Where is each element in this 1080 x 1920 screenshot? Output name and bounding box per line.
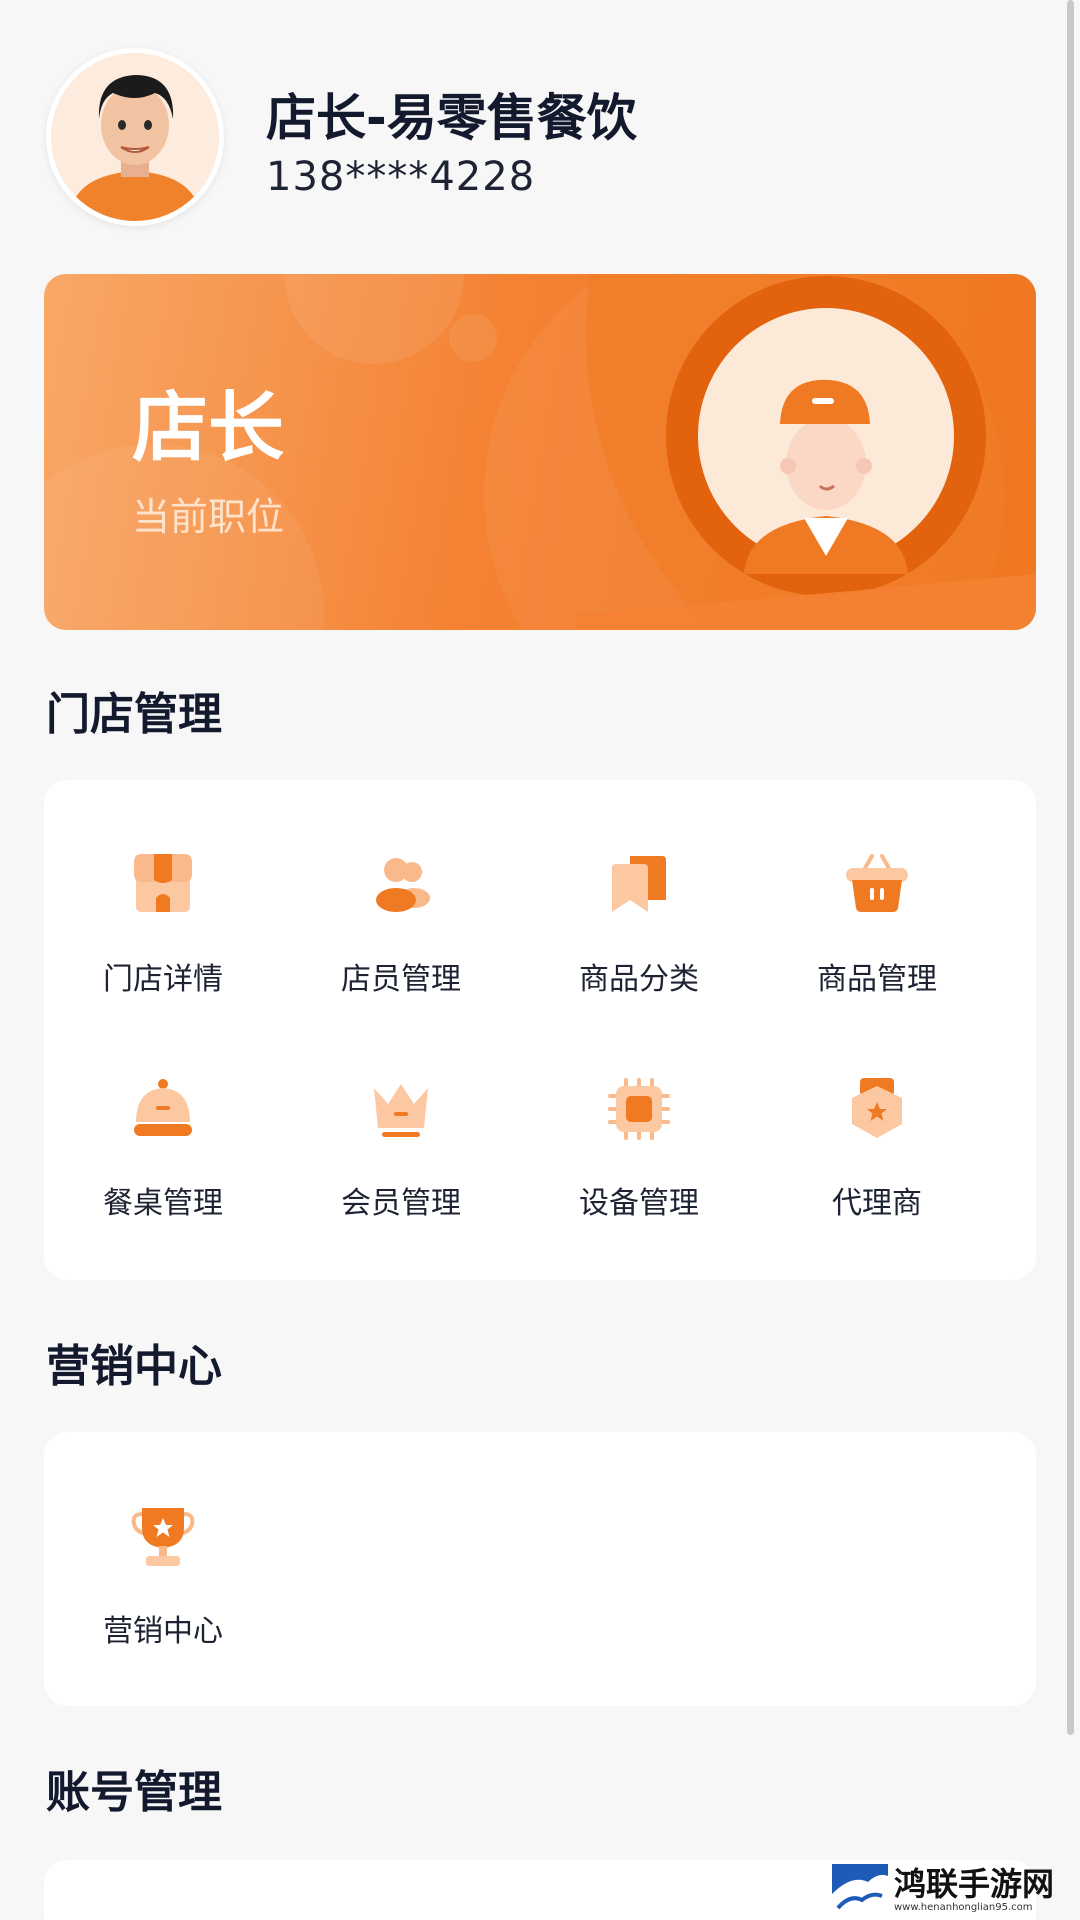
section-title-account: 账号管理: [46, 1767, 222, 1818]
staff-illustration: [576, 274, 1036, 630]
grid-item-label: 营销中心: [103, 1614, 223, 1649]
section-title-marketing: 营销中心: [46, 1341, 222, 1392]
grid-item-table[interactable]: 餐桌管理: [44, 1074, 282, 1234]
grid-item-category[interactable]: 商品分类: [520, 850, 758, 1010]
watermark: 鸿联手游网 www.henanhonglian95.com: [832, 1862, 1076, 1918]
grid-item-label: 会员管理: [341, 1186, 461, 1221]
grid-item-label: 门店详情: [103, 962, 223, 997]
role-title: 店长: [132, 383, 284, 472]
grid-item-label: 代理商: [832, 1186, 922, 1221]
grid-item-product[interactable]: 商品管理: [758, 850, 996, 1010]
role-card[interactable]: 店长 当前职位: [44, 274, 1036, 630]
scrollbar[interactable]: [1067, 0, 1074, 1735]
avatar[interactable]: [46, 48, 224, 226]
grid-item-label: 商品管理: [817, 962, 937, 997]
grid-item-label: 餐桌管理: [103, 1186, 223, 1221]
decor-bubble: [284, 274, 464, 364]
crown-icon: [374, 1084, 428, 1137]
grid-item-label: 店员管理: [341, 962, 461, 997]
grid-item-device[interactable]: 设备管理: [520, 1074, 758, 1234]
dining-table-icon: [134, 1079, 192, 1136]
section-title-store: 门店管理: [46, 689, 222, 740]
marketing-card: 营销中心: [44, 1432, 1036, 1706]
phone-number: 138****4228: [266, 154, 536, 200]
category-icon: [612, 856, 666, 912]
decor-bubble: [449, 314, 497, 362]
watermark-text: 鸿联手游网 www.henanhonglian95.com: [894, 1866, 1054, 1914]
grid-item-label: 商品分类: [579, 962, 699, 997]
grid-item-store-detail[interactable]: 门店详情: [44, 850, 282, 1010]
grid-item-staff[interactable]: 店员管理: [282, 850, 520, 1010]
role-subtitle: 当前职位: [132, 495, 285, 539]
watermark-title: 鸿联手游网: [894, 1865, 1055, 1903]
store-mgmt-card: 门店详情 店员管理 商品分类 商品管理 餐桌管理 会员管理 设备管理 代理商: [44, 780, 1036, 1280]
grid-item-label: 设备管理: [579, 1186, 699, 1221]
watermark-logo-icon: [832, 1864, 888, 1916]
agent-badge-icon: [852, 1078, 902, 1138]
profile-header: 店长-易零售餐饮 138****4228: [46, 48, 1006, 228]
basket-icon: [846, 854, 908, 912]
watermark-url: www.henanhonglian95.com: [894, 1902, 1033, 1913]
grid-item-member[interactable]: 会员管理: [282, 1074, 520, 1234]
store-name: 店长-易零售餐饮: [266, 89, 637, 147]
grid-item-marketing[interactable]: 营销中心: [44, 1502, 282, 1662]
staff-icon: [376, 858, 430, 912]
chip-icon: [608, 1078, 670, 1140]
trophy-icon: [131, 1508, 195, 1566]
grid-item-agent[interactable]: 代理商: [758, 1074, 996, 1234]
store-icon: [134, 854, 192, 912]
avatar-illustration: [51, 53, 219, 221]
